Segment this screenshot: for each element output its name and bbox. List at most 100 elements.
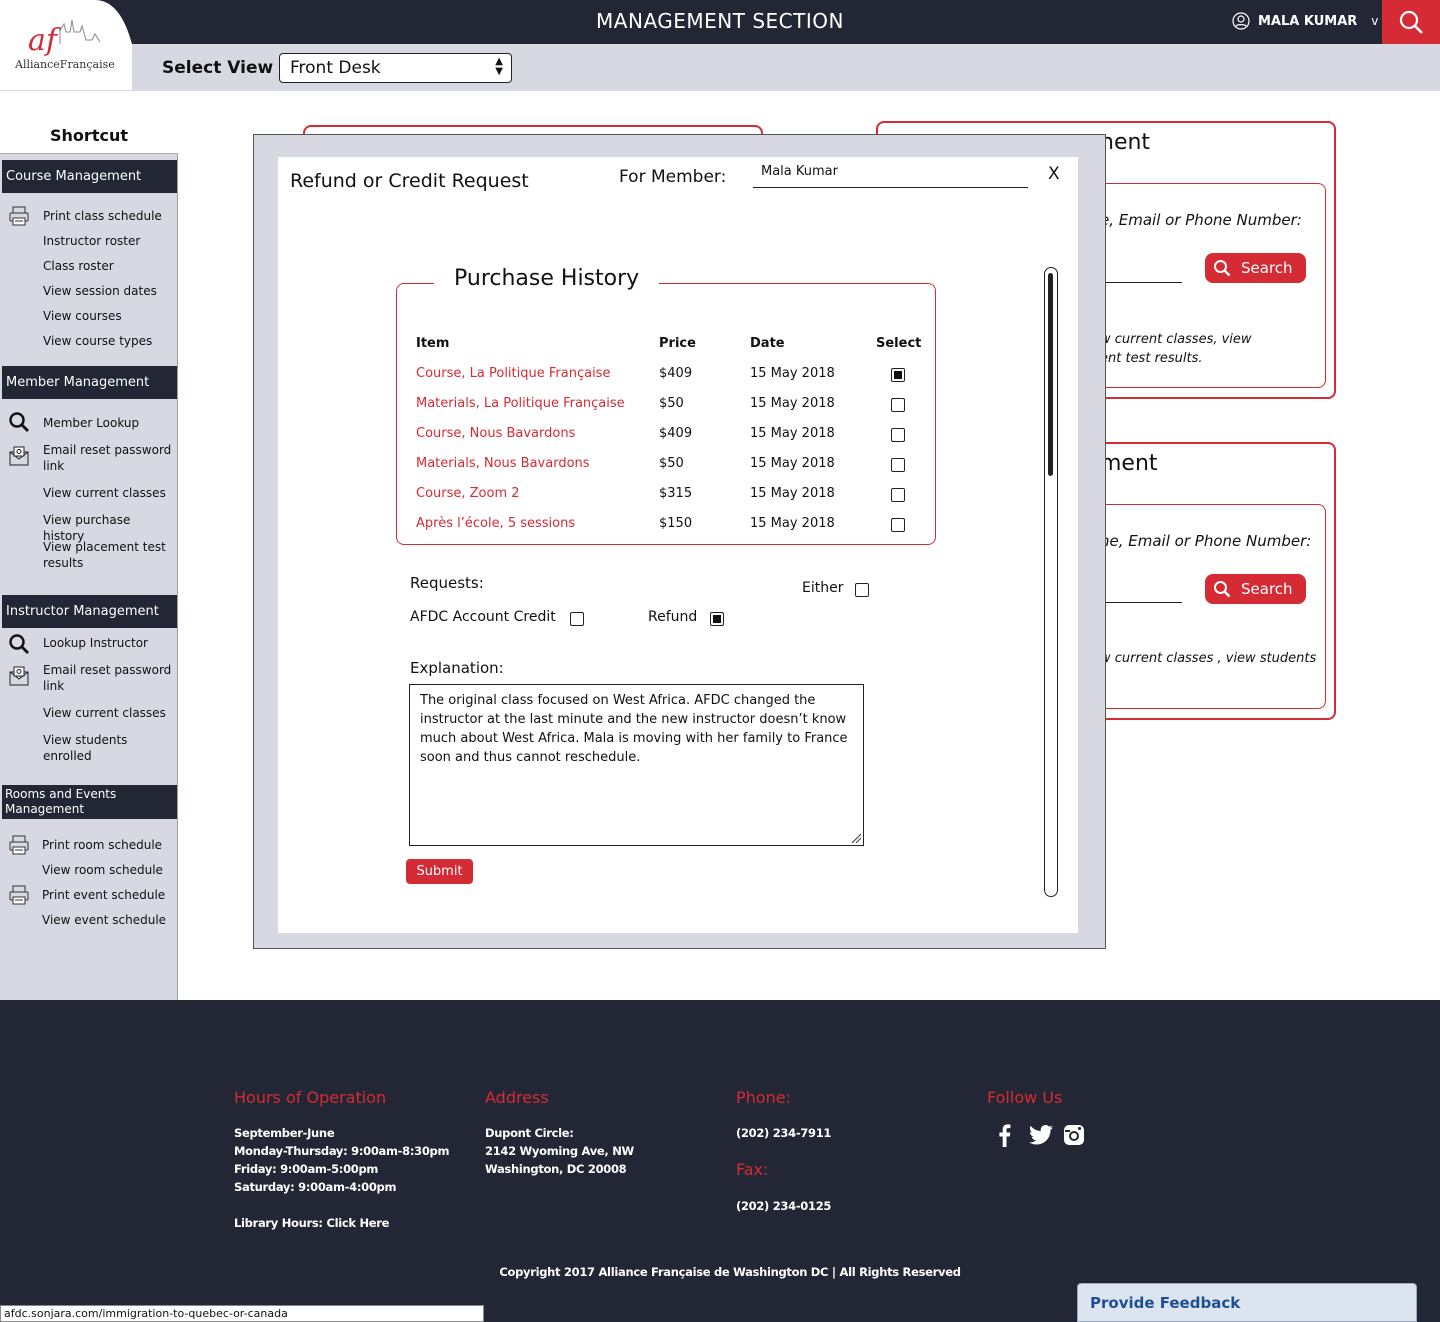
- explanation-label: Explanation:: [410, 659, 504, 677]
- for-member-label: For Member:: [619, 167, 727, 187]
- status-bar-url: afdc.sonjara.com/immigration-to-quebec-o…: [0, 1305, 484, 1322]
- search-icon: [1399, 10, 1423, 34]
- follow-title: Follow Us: [987, 1088, 1063, 1107]
- bg-card-member-desc2: ent test results.: [1100, 351, 1203, 366]
- printer-icon: [9, 835, 29, 855]
- refund-checkbox[interactable]: [710, 612, 724, 626]
- member-search-button[interactable]: Search: [1205, 253, 1306, 283]
- sidebar-item-instructor-roster[interactable]: Instructor roster: [43, 233, 173, 249]
- purchase-row-select-checkbox[interactable]: [891, 368, 905, 382]
- svg-text:af: af: [28, 23, 62, 58]
- library-hours: Library Hours: Click Here: [234, 1214, 389, 1232]
- search-icon: [1214, 260, 1231, 277]
- header-search-button[interactable]: [1382, 0, 1440, 44]
- sidebar-item-print-event-schedule[interactable]: Print event schedule: [42, 887, 172, 903]
- purchase-row-item[interactable]: Course, La Politique Française: [416, 366, 610, 381]
- purchase-row-date: 15 May 2018: [750, 396, 835, 411]
- purchase-history-box: [396, 283, 936, 545]
- copyright: Copyright 2017 Alliance Française de Was…: [499, 1265, 961, 1279]
- purchase-row-select-checkbox[interactable]: [891, 458, 905, 472]
- sidebar-item-class-roster[interactable]: Class roster: [43, 258, 173, 274]
- bg-card-instructor-title: ment: [1100, 451, 1158, 476]
- column-header-item: Item: [416, 336, 450, 351]
- purchase-row-item[interactable]: Course, Nous Bavardons: [416, 426, 575, 441]
- sidebar-section-member[interactable]: Member Management: [2, 366, 177, 399]
- select-view-label: Select View: [162, 58, 274, 78]
- purchase-row-item[interactable]: Materials, Nous Bavardons: [416, 456, 590, 471]
- sidebar-item-view-event-schedule[interactable]: View event schedule: [42, 912, 172, 928]
- submit-button[interactable]: Submit: [406, 859, 473, 884]
- view-select[interactable]: Front Desk ▲ ▼: [279, 53, 512, 83]
- purchase-row-date: 15 May 2018: [750, 366, 835, 381]
- facebook-icon[interactable]: [995, 1123, 1015, 1147]
- purchase-row-item[interactable]: Materials, La Politique Française: [416, 396, 625, 411]
- explanation-textarea[interactable]: The original class focused on West Afric…: [409, 684, 864, 846]
- purchase-row-select-checkbox[interactable]: [891, 428, 905, 442]
- sidebar-item-view-placement-test-results[interactable]: View placement test results: [43, 539, 173, 571]
- purchase-row-price: $150: [659, 516, 693, 531]
- sidebar-item-instructor-current-classes[interactable]: View current classes: [43, 705, 173, 721]
- email-icon: [9, 666, 29, 686]
- user-icon: [1232, 12, 1250, 30]
- bg-card-instructor-prompt: ne, Email or Phone Number:: [1100, 532, 1312, 550]
- sidebar-section-course[interactable]: Course Management: [2, 160, 177, 193]
- member-field[interactable]: Mala Kumar: [753, 162, 1028, 188]
- printer-icon: [9, 206, 29, 226]
- column-header-select: Select: [876, 336, 922, 351]
- hours-line-4: Saturday: 9:00am-4:00pm: [234, 1180, 397, 1194]
- instagram-icon[interactable]: [1063, 1124, 1085, 1146]
- instructor-search-label: Search: [1241, 580, 1293, 598]
- bg-card-instructor-input[interactable]: [1100, 602, 1182, 603]
- printer-icon: [9, 885, 29, 905]
- search-icon: [9, 412, 29, 432]
- purchase-row-item[interactable]: Après l’école, 5 sessions: [416, 516, 575, 531]
- page-title: MANAGEMENT SECTION: [596, 9, 844, 33]
- purchase-row-item[interactable]: Course, Zoom 2: [416, 486, 520, 501]
- purchase-row-select-checkbox[interactable]: [891, 398, 905, 412]
- bg-card-member-input[interactable]: [1100, 282, 1182, 283]
- purchase-row-date: 15 May 2018: [750, 456, 835, 471]
- library-link[interactable]: Click Here: [326, 1216, 389, 1230]
- sidebar-section-rooms-events[interactable]: Rooms and Events Management: [2, 785, 177, 819]
- sidebar-item-print-class-schedule[interactable]: Print class schedule: [43, 208, 173, 224]
- credit-checkbox[interactable]: [570, 612, 584, 626]
- either-checkbox[interactable]: [855, 583, 869, 597]
- bg-card-member-title: nent: [1100, 130, 1151, 155]
- purchase-row-select-checkbox[interactable]: [891, 518, 905, 532]
- sidebar-item-view-room-schedule[interactable]: View room schedule: [42, 862, 172, 878]
- credit-label: AFDC Account Credit: [410, 609, 556, 625]
- column-header-price: Price: [659, 336, 696, 351]
- sidebar-item-member-lookup[interactable]: Member Lookup: [43, 415, 173, 431]
- user-name: MALA KUMAR: [1258, 13, 1358, 29]
- chevron-down-icon: v: [1371, 14, 1379, 28]
- twitter-icon[interactable]: [1029, 1125, 1053, 1145]
- purchase-row-select-checkbox[interactable]: [891, 488, 905, 502]
- sidebar-title: Shortcut Navigation: [0, 120, 178, 177]
- refund-label: Refund: [648, 609, 698, 625]
- email-icon: [9, 446, 29, 466]
- hours-line-2: Monday-Thursday: 9:00am-8:30pm: [234, 1144, 450, 1158]
- sidebar-item-view-current-classes[interactable]: View current classes: [43, 485, 173, 501]
- sidebar-item-view-students-enrolled[interactable]: View students enrolled: [43, 732, 173, 764]
- address-title: Address: [485, 1088, 549, 1107]
- requests-label: Requests:: [410, 574, 484, 592]
- fax-value: (202) 234-0125: [736, 1199, 832, 1213]
- logo-text: AllianceFrançaise: [14, 58, 115, 71]
- sidebar-section-instructor[interactable]: Instructor Management: [2, 595, 177, 628]
- sidebar-item-view-session-dates[interactable]: View session dates: [43, 283, 173, 299]
- sidebar-item-lookup-instructor[interactable]: Lookup Instructor: [43, 635, 173, 651]
- sidebar-item-view-courses[interactable]: View courses: [43, 308, 173, 324]
- modal-scrollbar-thumb[interactable]: [1048, 273, 1053, 476]
- sidebar-item-email-reset-password[interactable]: Email reset password link: [43, 442, 173, 474]
- resize-handle-icon[interactable]: [850, 832, 862, 844]
- instructor-search-button[interactable]: Search: [1205, 574, 1306, 604]
- sidebar-item-instructor-email-reset[interactable]: Email reset password link: [43, 662, 173, 694]
- logo[interactable]: af AllianceFrançaise: [0, 0, 132, 90]
- bg-card-instructor-desc1: w current classes , view students: [1100, 651, 1317, 666]
- sidebar-item-view-course-types[interactable]: View course types: [43, 333, 173, 349]
- user-menu[interactable]: MALA KUMAR v: [1232, 10, 1378, 32]
- sidebar-item-print-room-schedule[interactable]: Print room schedule: [42, 837, 172, 853]
- close-icon[interactable]: X: [1048, 164, 1060, 184]
- provide-feedback-button[interactable]: Provide Feedback: [1077, 1283, 1417, 1322]
- purchase-row-price: $409: [659, 426, 693, 441]
